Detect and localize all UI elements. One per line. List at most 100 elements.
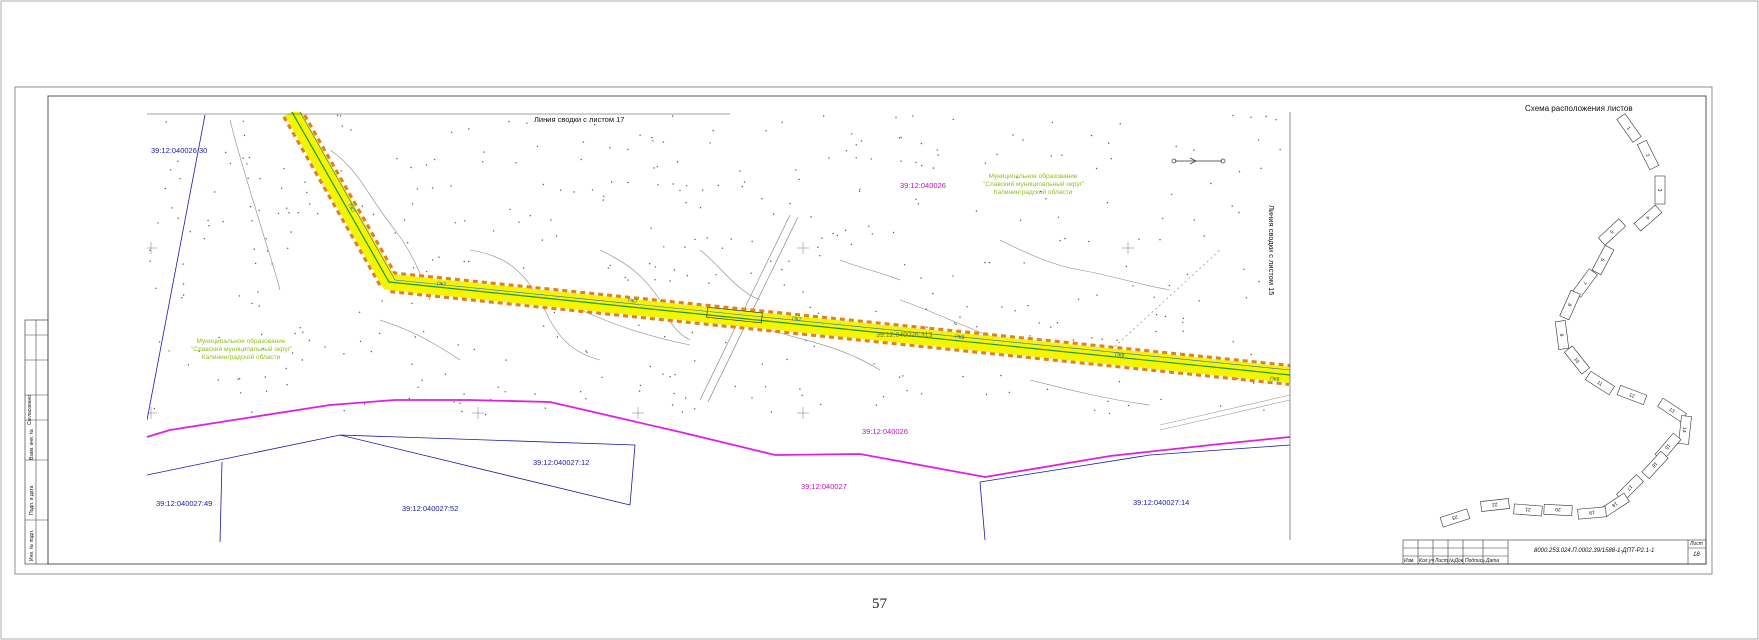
survey-point <box>1258 280 1260 283</box>
survey-point <box>339 115 342 117</box>
survey-point <box>860 140 863 142</box>
survey-point <box>1096 294 1098 296</box>
survey-point <box>1029 335 1031 337</box>
survey-point <box>649 365 651 368</box>
survey-point <box>1108 412 1111 415</box>
survey-point <box>1203 235 1205 237</box>
survey-point <box>1175 145 1177 148</box>
survey-point <box>1064 237 1066 240</box>
scheme-sheet-number: 21 <box>1525 506 1531 512</box>
survey-point <box>1275 119 1277 121</box>
survey-point <box>515 162 517 164</box>
seam-right-label: Линия сводки с листом 15 <box>1267 205 1276 296</box>
survey-point <box>656 166 658 168</box>
survey-point <box>168 350 170 352</box>
survey-point <box>431 187 434 189</box>
survey-point <box>1101 338 1103 340</box>
survey-point <box>651 136 653 139</box>
survey-point <box>1238 211 1240 214</box>
survey-point <box>1260 167 1262 169</box>
survey-point <box>844 229 847 231</box>
survey-point <box>817 246 819 248</box>
survey-point <box>912 115 914 117</box>
side-stamp-4: Инв. № подл. <box>29 529 35 561</box>
survey-point <box>1014 310 1016 312</box>
survey-point <box>802 291 804 293</box>
survey-point <box>283 168 285 170</box>
survey-point <box>783 284 785 286</box>
scheme-sheet-box: 19 <box>1577 506 1607 520</box>
survey-point <box>638 390 641 392</box>
survey-point <box>627 181 629 184</box>
survey-point <box>751 240 753 243</box>
survey-point <box>254 262 257 265</box>
survey-point <box>955 323 957 325</box>
survey-point <box>529 215 531 217</box>
survey-point <box>422 331 425 333</box>
survey-point <box>1125 265 1128 268</box>
survey-point <box>1182 317 1185 320</box>
survey-point <box>265 238 267 240</box>
parcel-label-2: 39:12:040026 <box>900 181 946 190</box>
survey-point <box>639 134 641 136</box>
survey-point <box>396 158 398 160</box>
survey-point <box>817 312 820 314</box>
survey-point <box>261 333 263 336</box>
survey-point <box>1108 142 1110 144</box>
tb-col-6: Дата <box>1486 558 1500 564</box>
survey-point <box>875 404 878 406</box>
survey-point <box>809 306 811 309</box>
survey-point <box>1022 139 1024 141</box>
survey-point <box>497 386 499 388</box>
survey-point <box>340 170 342 172</box>
survey-point <box>772 213 775 215</box>
survey-point <box>417 386 419 389</box>
survey-point <box>952 275 954 277</box>
survey-point <box>1236 378 1239 380</box>
survey-point <box>702 189 704 191</box>
survey-point <box>217 379 219 381</box>
survey-point <box>858 190 861 193</box>
survey-point <box>542 183 544 186</box>
survey-point <box>709 142 711 144</box>
survey-point <box>1155 314 1158 316</box>
survey-point <box>251 220 253 222</box>
survey-point <box>225 151 227 154</box>
parcel-label-6: 39:12:040027 <box>801 482 847 491</box>
survey-point <box>798 178 800 181</box>
survey-point <box>1090 134 1093 137</box>
muni-right-line-3: Калининградской области <box>993 189 1073 196</box>
survey-point <box>171 207 173 209</box>
survey-point <box>672 183 674 185</box>
scheme-sheet-number: 22 <box>1492 501 1498 508</box>
survey-point <box>542 325 545 327</box>
survey-point <box>290 231 292 233</box>
survey-point <box>1088 240 1090 243</box>
survey-point <box>828 157 830 159</box>
survey-point <box>609 147 611 149</box>
survey-point <box>582 141 585 143</box>
municipality-right: Муниципальное образование "Славский муни… <box>983 173 1084 197</box>
survey-point <box>920 277 922 279</box>
survey-point <box>1091 337 1093 339</box>
survey-point <box>181 297 183 299</box>
survey-point <box>1182 330 1184 332</box>
survey-point <box>158 341 161 343</box>
survey-point <box>603 195 605 197</box>
survey-point <box>463 393 465 395</box>
survey-point <box>730 238 732 240</box>
survey-point <box>432 259 434 261</box>
survey-point <box>238 378 241 380</box>
survey-point <box>1008 391 1011 394</box>
survey-point <box>286 207 288 209</box>
survey-point <box>253 248 255 250</box>
survey-point <box>509 208 511 211</box>
survey-point <box>609 264 611 267</box>
survey-point <box>258 209 260 212</box>
survey-point <box>468 260 470 263</box>
survey-point <box>1155 330 1157 333</box>
survey-point <box>450 185 452 187</box>
survey-point <box>717 184 719 187</box>
scheme-sheet-number: 3 <box>1656 189 1662 192</box>
survey-point <box>1265 115 1267 118</box>
